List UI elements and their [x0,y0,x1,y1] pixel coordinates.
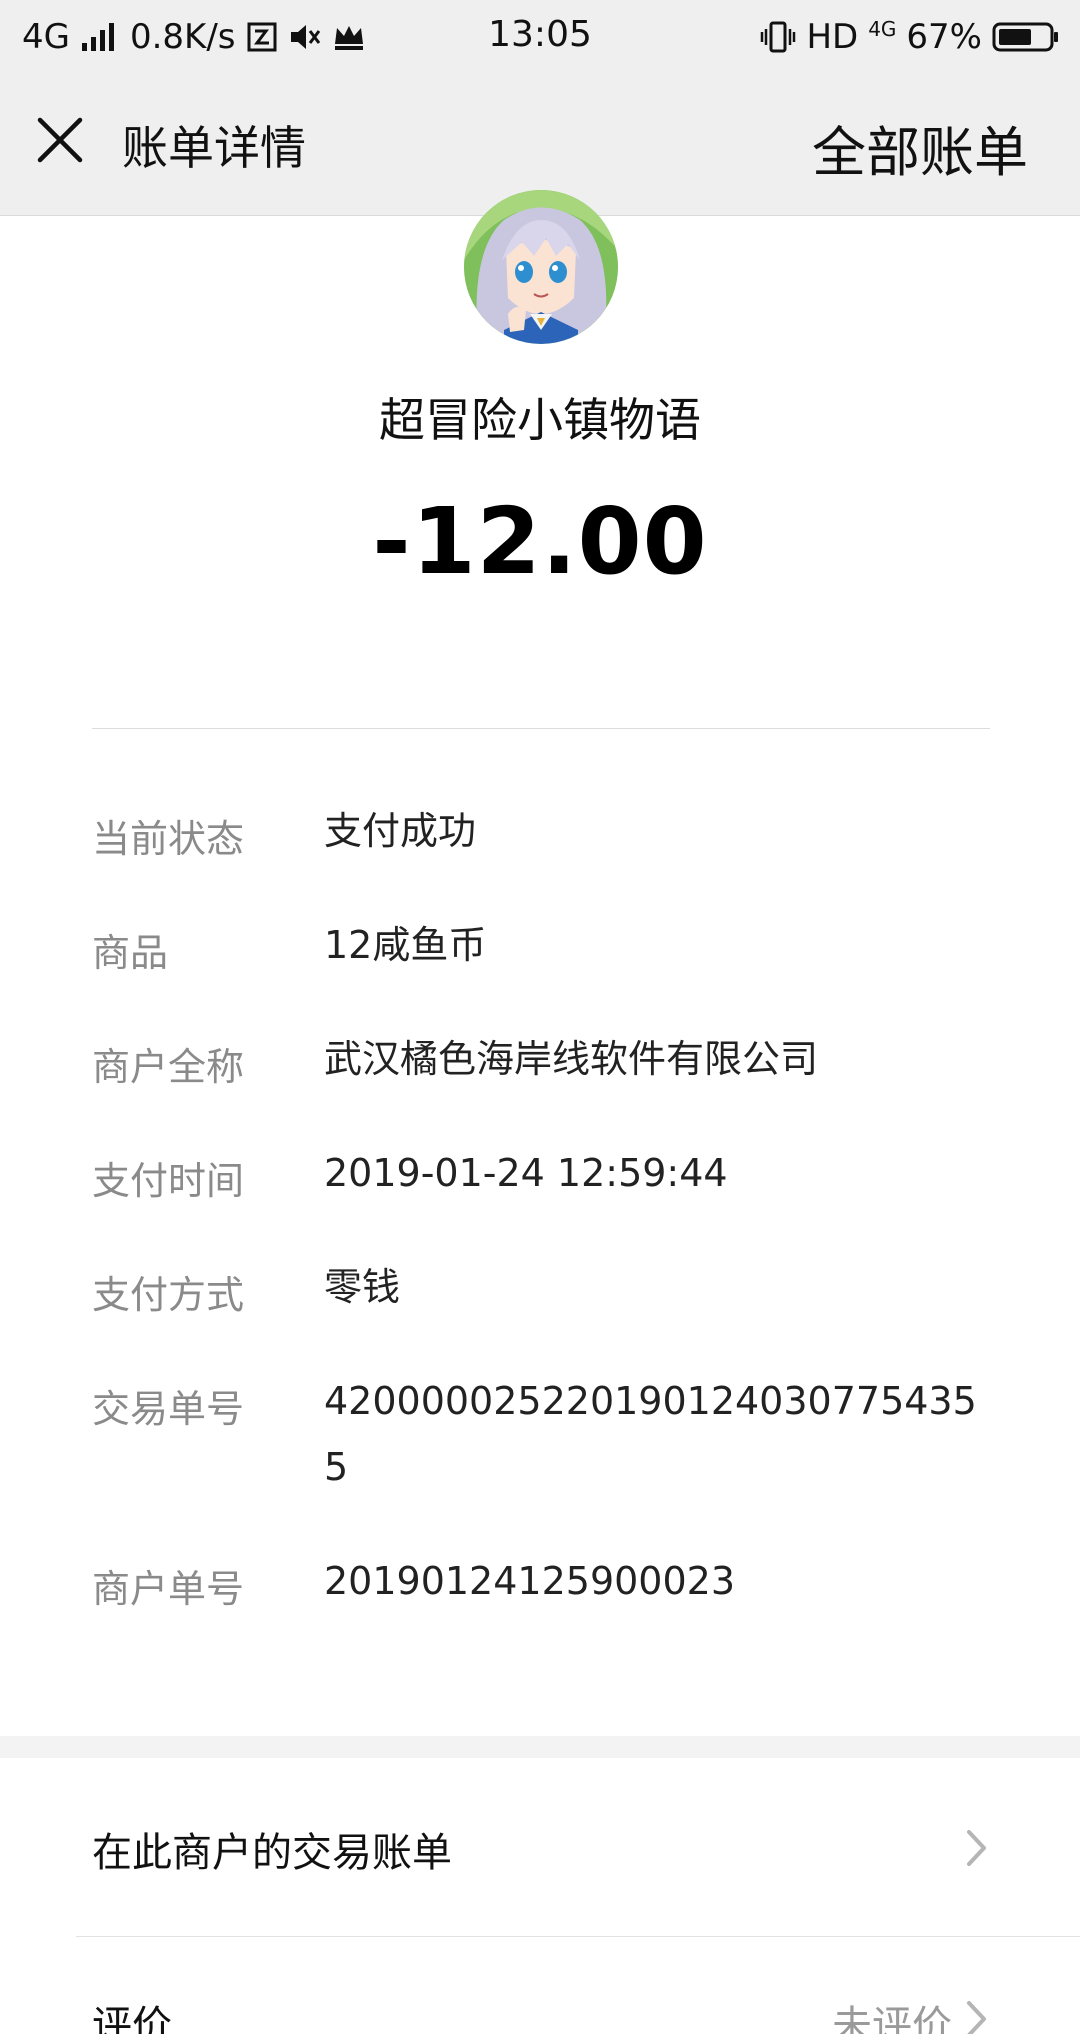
hd-indicator: HD [806,17,859,57]
review-status: 未评价 [832,2003,952,2034]
detail-label: 支付时间 [92,1159,245,1203]
merchant-avatar [464,190,618,344]
detail-label: 当前状态 [92,817,245,861]
review-label: 评价 [92,2003,172,2034]
vibrate-icon [760,20,796,54]
payment-amount: -12.00 [372,488,708,595]
battery-icon [992,21,1060,53]
merchant-bills-item[interactable]: 在此商户的交易账单 [0,1758,1080,1936]
review-item[interactable]: 评价 未评价 [0,1937,1080,2034]
detail-value: 12咸鱼币 [324,923,487,967]
battery-percent: 67% [906,17,982,57]
detail-label: 交易单号 [92,1387,245,1431]
merchant-name: 超冒险小镇物语 [379,393,701,447]
detail-label: 商品 [92,931,169,975]
detail-value: 支付成功 [324,809,477,853]
bill-detail-page: 4G 0.8K/s 13:05 HD 4G 67% 账单详情 全部账单 超冒险小… [0,0,1080,2034]
all-bills-link[interactable]: 全部账单 [812,108,1028,187]
network-4g-small: 4G [868,17,897,41]
chevron-right-icon [967,1830,986,1866]
close-button[interactable] [34,114,86,166]
close-icon [37,117,83,163]
detail-label: 支付方式 [92,1273,245,1317]
detail-value[interactable]: 20190124125900023 [324,1548,992,1614]
status-bar-right: HD 4G 67% [760,16,1060,58]
detail-value: 2019-01-24 12:59:44 [324,1151,728,1195]
detail-value: 零钱 [324,1265,401,1309]
page-title: 账单详情 [122,121,306,175]
detail-label: 商户全称 [92,1045,245,1089]
detail-value[interactable]: 4200000252201901240307754355 [324,1368,992,1500]
divider [92,728,990,729]
status-bar: 4G 0.8K/s 13:05 HD 4G 67% [0,0,1080,74]
section-separator [0,1736,1080,1758]
detail-value: 武汉橘色海岸线软件有限公司 [324,1037,819,1081]
merchant-bills-label: 在此商户的交易账单 [92,1830,452,1876]
chevron-right-icon [967,2001,986,2034]
detail-label: 商户单号 [92,1567,245,1611]
